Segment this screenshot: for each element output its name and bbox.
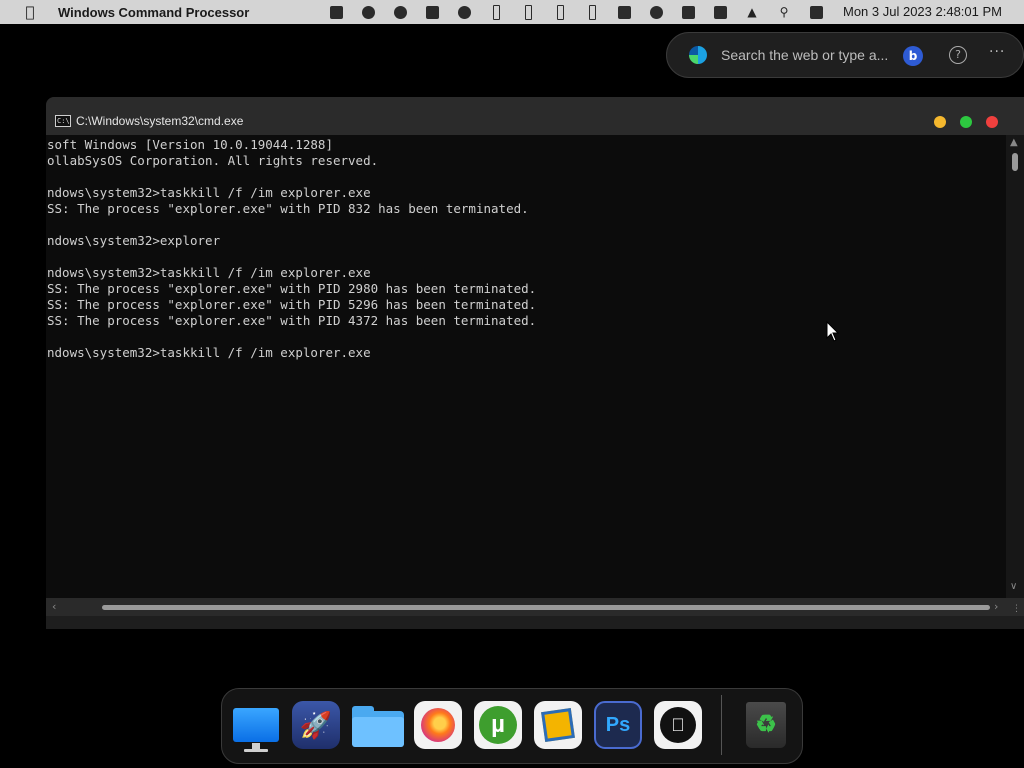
menu-bar:  Windows Command Processor ▲ ⚲ Mon 3 Ju… bbox=[0, 0, 1024, 24]
horizontal-scroll-thumb[interactable] bbox=[102, 605, 990, 610]
copy-icon[interactable] bbox=[416, 0, 448, 24]
console-line: SS: The process "explorer.exe" with PID … bbox=[47, 281, 537, 296]
files-folder-icon[interactable] bbox=[352, 701, 404, 749]
monitor-base bbox=[244, 749, 268, 752]
dock: 🚀 µ Ps  ♻ bbox=[221, 688, 803, 764]
scroll-right-arrow-icon[interactable]: › bbox=[994, 600, 998, 613]
resize-grip-icon[interactable]: ⋮ bbox=[1012, 604, 1021, 614]
control-center-icon[interactable] bbox=[800, 0, 832, 24]
horizontal-scrollbar[interactable]: ‹ › ⋮ bbox=[46, 598, 1024, 616]
scroll-down-arrow-icon[interactable]: ∨ bbox=[1010, 581, 1017, 592]
firefox-globe bbox=[421, 708, 455, 742]
console-line: soft Windows [Version 10.0.19044.1288] bbox=[47, 137, 333, 152]
active-app-title[interactable]: Windows Command Processor bbox=[58, 5, 249, 20]
mute-icon[interactable] bbox=[704, 0, 736, 24]
cpu-meter-icon[interactable] bbox=[544, 0, 576, 24]
apple-logo-icon:  bbox=[660, 707, 696, 743]
firefox-icon[interactable] bbox=[414, 701, 462, 749]
window-titlebar[interactable]: C:\ C:\Windows\system32\cmd.exe bbox=[46, 97, 1024, 135]
vertical-scroll-thumb[interactable] bbox=[1012, 153, 1018, 171]
search-placeholder[interactable]: Search the web or type a... bbox=[721, 47, 888, 63]
close-button[interactable] bbox=[986, 116, 998, 128]
menu-bar-clock[interactable]: Mon 3 Jul 2023 2:48:01 PM bbox=[843, 0, 1002, 24]
minimize-button[interactable] bbox=[934, 116, 946, 128]
bing-icon[interactable]: b bbox=[903, 46, 923, 66]
vertical-scrollbar[interactable]: ▲ ∨ bbox=[1006, 135, 1024, 598]
more-options-icon[interactable]: ··· bbox=[989, 44, 1005, 60]
monitor-screen bbox=[233, 708, 279, 742]
cmd-window: C:\ C:\Windows\system32\cmd.exe soft Win… bbox=[46, 97, 1024, 629]
cloud-icon[interactable] bbox=[640, 0, 672, 24]
taskbar-icon[interactable] bbox=[320, 0, 352, 24]
folder-front bbox=[352, 717, 404, 747]
sidebar-icon[interactable] bbox=[608, 0, 640, 24]
eject-icon[interactable] bbox=[448, 0, 480, 24]
scroll-up-arrow-icon[interactable]: ▲ bbox=[1010, 137, 1018, 148]
edge-icon bbox=[689, 46, 707, 64]
utorrent-logo: µ bbox=[479, 706, 517, 744]
memory-meter-icon[interactable] bbox=[480, 0, 512, 24]
scroll-left-arrow-icon[interactable]: ‹ bbox=[52, 600, 56, 613]
disk-meter-icon[interactable] bbox=[512, 0, 544, 24]
launchpad-rocket-icon[interactable]: 🚀 bbox=[292, 701, 340, 749]
search-bar[interactable]: Search the web or type a... b ? ··· bbox=[666, 32, 1024, 78]
virtualbox-cube bbox=[541, 708, 575, 742]
battery-meter-icon[interactable] bbox=[576, 0, 608, 24]
maximize-button[interactable] bbox=[960, 116, 972, 128]
console-line: SS: The process "explorer.exe" with PID … bbox=[47, 297, 537, 312]
console-line: SS: The process "explorer.exe" with PID … bbox=[47, 201, 529, 216]
console-line: ollabSysOS Corporation. All rights reser… bbox=[47, 153, 379, 168]
console-line: ndows\system32>taskkill /f /im explorer.… bbox=[47, 185, 371, 200]
obs-icon[interactable] bbox=[384, 0, 416, 24]
console-output[interactable]: soft Windows [Version 10.0.19044.1288] o… bbox=[46, 135, 1006, 598]
window-bottom-edge bbox=[46, 616, 1024, 629]
menu-bar-tray: ▲ ⚲ bbox=[320, 0, 832, 24]
monitor-app-icon[interactable] bbox=[232, 701, 280, 752]
virtualbox-icon[interactable] bbox=[534, 701, 582, 749]
trash-icon[interactable]: ♻ bbox=[742, 701, 790, 749]
dock-separator bbox=[721, 695, 722, 755]
console-line: ndows\system32>taskkill /f /im explorer.… bbox=[47, 265, 371, 280]
wordpress-icon[interactable] bbox=[352, 0, 384, 24]
mouse-pointer-icon bbox=[826, 321, 840, 342]
upload-icon[interactable]: ▲ bbox=[736, 0, 768, 24]
console-line: ndows\system32>explorer bbox=[47, 233, 221, 248]
display-icon[interactable] bbox=[672, 0, 704, 24]
recycle-bin: ♻ bbox=[746, 702, 786, 748]
window-title: C:\Windows\system32\cmd.exe bbox=[76, 114, 244, 128]
apple-menu-icon[interactable]:  bbox=[20, 3, 40, 21]
apple-app-icon[interactable]:  bbox=[654, 701, 702, 749]
search-icon[interactable]: ⚲ bbox=[768, 0, 800, 24]
console-line: SS: The process "explorer.exe" with PID … bbox=[47, 313, 537, 328]
help-icon[interactable]: ? bbox=[949, 46, 967, 64]
cmd-app-icon: C:\ bbox=[55, 115, 71, 127]
console-prompt-line[interactable]: ndows\system32>taskkill /f /im explorer.… bbox=[46, 345, 1006, 361]
utorrent-icon[interactable]: µ bbox=[474, 701, 522, 749]
photoshop-icon[interactable]: Ps bbox=[594, 701, 642, 749]
